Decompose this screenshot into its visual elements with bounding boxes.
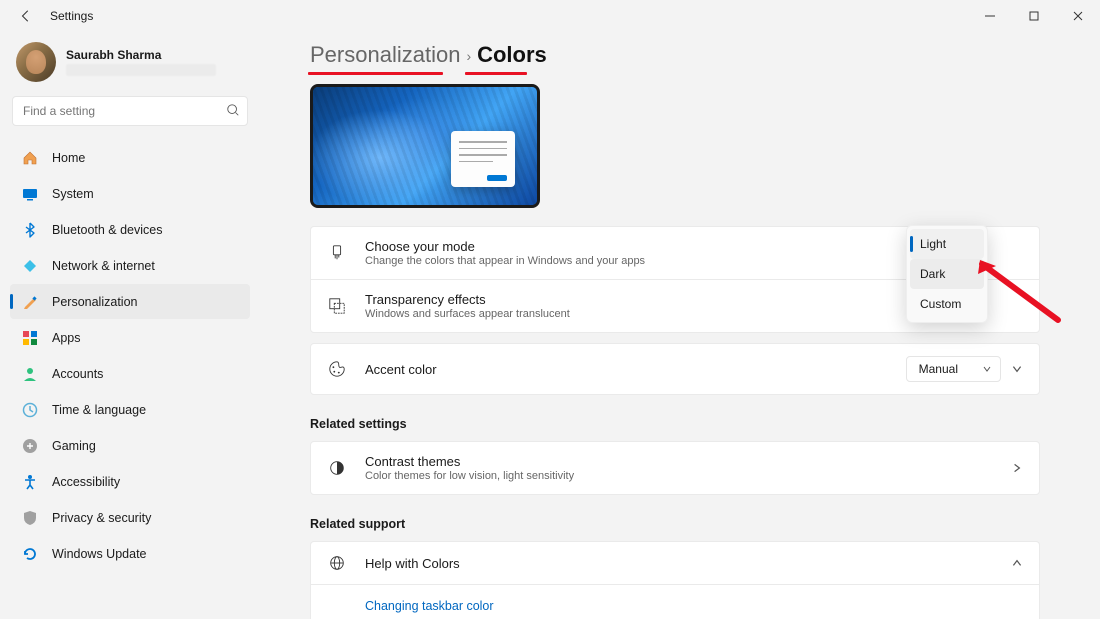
nav-apps[interactable]: Apps [10,320,250,355]
chevron-right-icon [1011,462,1023,474]
apps-icon [22,330,38,346]
nav-privacy[interactable]: Privacy & security [10,500,250,535]
profile-block[interactable]: Saurabh Sharma [10,38,250,92]
accent-mode-select[interactable]: Manual [906,356,1001,382]
taskbar-color-link[interactable]: Changing taskbar color [365,599,494,613]
mode-dropdown[interactable]: Light Dark Custom [906,225,988,323]
nav-label: System [52,187,94,201]
home-icon [22,150,38,166]
close-button[interactable] [1056,0,1100,32]
card-sub: Color themes for low vision, light sensi… [365,470,993,482]
window-title: Settings [50,9,93,23]
taskbar-color-link-card[interactable]: Changing taskbar color [310,584,1040,619]
breadcrumb: Personalization › Colors [310,42,1040,68]
contrast-themes-card[interactable]: Contrast themes Color themes for low vis… [310,441,1040,495]
chevron-down-icon[interactable] [1011,363,1023,375]
titlebar: Settings [0,0,1100,32]
nav-bluetooth[interactable]: Bluetooth & devices [10,212,250,247]
update-icon [22,546,38,562]
theme-preview [310,84,540,208]
maximize-button[interactable] [1012,0,1056,32]
contrast-icon [327,459,347,477]
time-icon [22,402,38,418]
accounts-icon [22,366,38,382]
nav-system[interactable]: System [10,176,250,211]
nav-time[interactable]: Time & language [10,392,250,427]
related-support-heading: Related support [310,517,1040,531]
nav-label: Gaming [52,439,96,453]
nav-label: Home [52,151,85,165]
globe-icon [327,554,347,572]
transparency-icon [327,297,347,315]
accent-color-card[interactable]: Accent color Manual [310,343,1040,395]
profile-name: Saurabh Sharma [66,48,216,62]
nav-home[interactable]: Home [10,140,250,175]
nav-label: Privacy & security [52,511,151,525]
brush-icon [327,244,347,262]
network-icon [22,258,38,274]
breadcrumb-parent[interactable]: Personalization [310,42,460,68]
select-value: Manual [919,362,958,376]
palette-icon [327,360,347,378]
help-colors-card[interactable]: Help with Colors [310,541,1040,584]
search-input[interactable] [12,96,248,126]
personalization-icon [22,294,38,310]
nav-label: Accessibility [52,475,120,489]
annotation-underline [308,72,443,75]
profile-email [66,64,216,76]
card-title: Help with Colors [365,556,993,571]
minimize-button[interactable] [968,0,1012,32]
nav-label: Apps [52,331,81,345]
dropdown-option-custom[interactable]: Custom [910,289,984,319]
nav-label: Bluetooth & devices [52,223,163,237]
bluetooth-icon [22,222,38,238]
nav-label: Network & internet [52,259,155,273]
chevron-down-icon [982,364,992,374]
chevron-up-icon[interactable] [1011,557,1023,569]
search-icon[interactable] [226,103,240,117]
system-icon [22,186,38,202]
nav-label: Time & language [52,403,146,417]
nav-label: Windows Update [52,547,147,561]
back-button[interactable] [16,6,36,26]
annotation-underline [465,72,527,75]
nav-accessibility[interactable]: Accessibility [10,464,250,499]
card-title: Accent color [365,362,888,377]
chevron-right-icon: › [466,46,471,64]
sidebar: Saurabh Sharma Home System Bluetooth & d… [0,32,260,619]
nav-network[interactable]: Network & internet [10,248,250,283]
content-area: Personalization › Colors Choose your mod… [260,32,1100,619]
accessibility-icon [22,474,38,490]
dropdown-option-dark[interactable]: Dark [910,259,984,289]
nav-personalization[interactable]: Personalization [10,284,250,319]
dropdown-option-light[interactable]: Light [910,229,984,259]
related-settings-heading: Related settings [310,417,1040,431]
privacy-icon [22,510,38,526]
nav-label: Accounts [52,367,103,381]
nav-update[interactable]: Windows Update [10,536,250,571]
nav-accounts[interactable]: Accounts [10,356,250,391]
avatar [16,42,56,82]
nav-gaming[interactable]: Gaming [10,428,250,463]
nav-label: Personalization [52,295,137,309]
card-title: Contrast themes [365,454,993,469]
gaming-icon [22,438,38,454]
nav-list: Home System Bluetooth & devices Network … [10,140,250,571]
search-box [12,96,248,126]
breadcrumb-current: Colors [477,42,547,68]
